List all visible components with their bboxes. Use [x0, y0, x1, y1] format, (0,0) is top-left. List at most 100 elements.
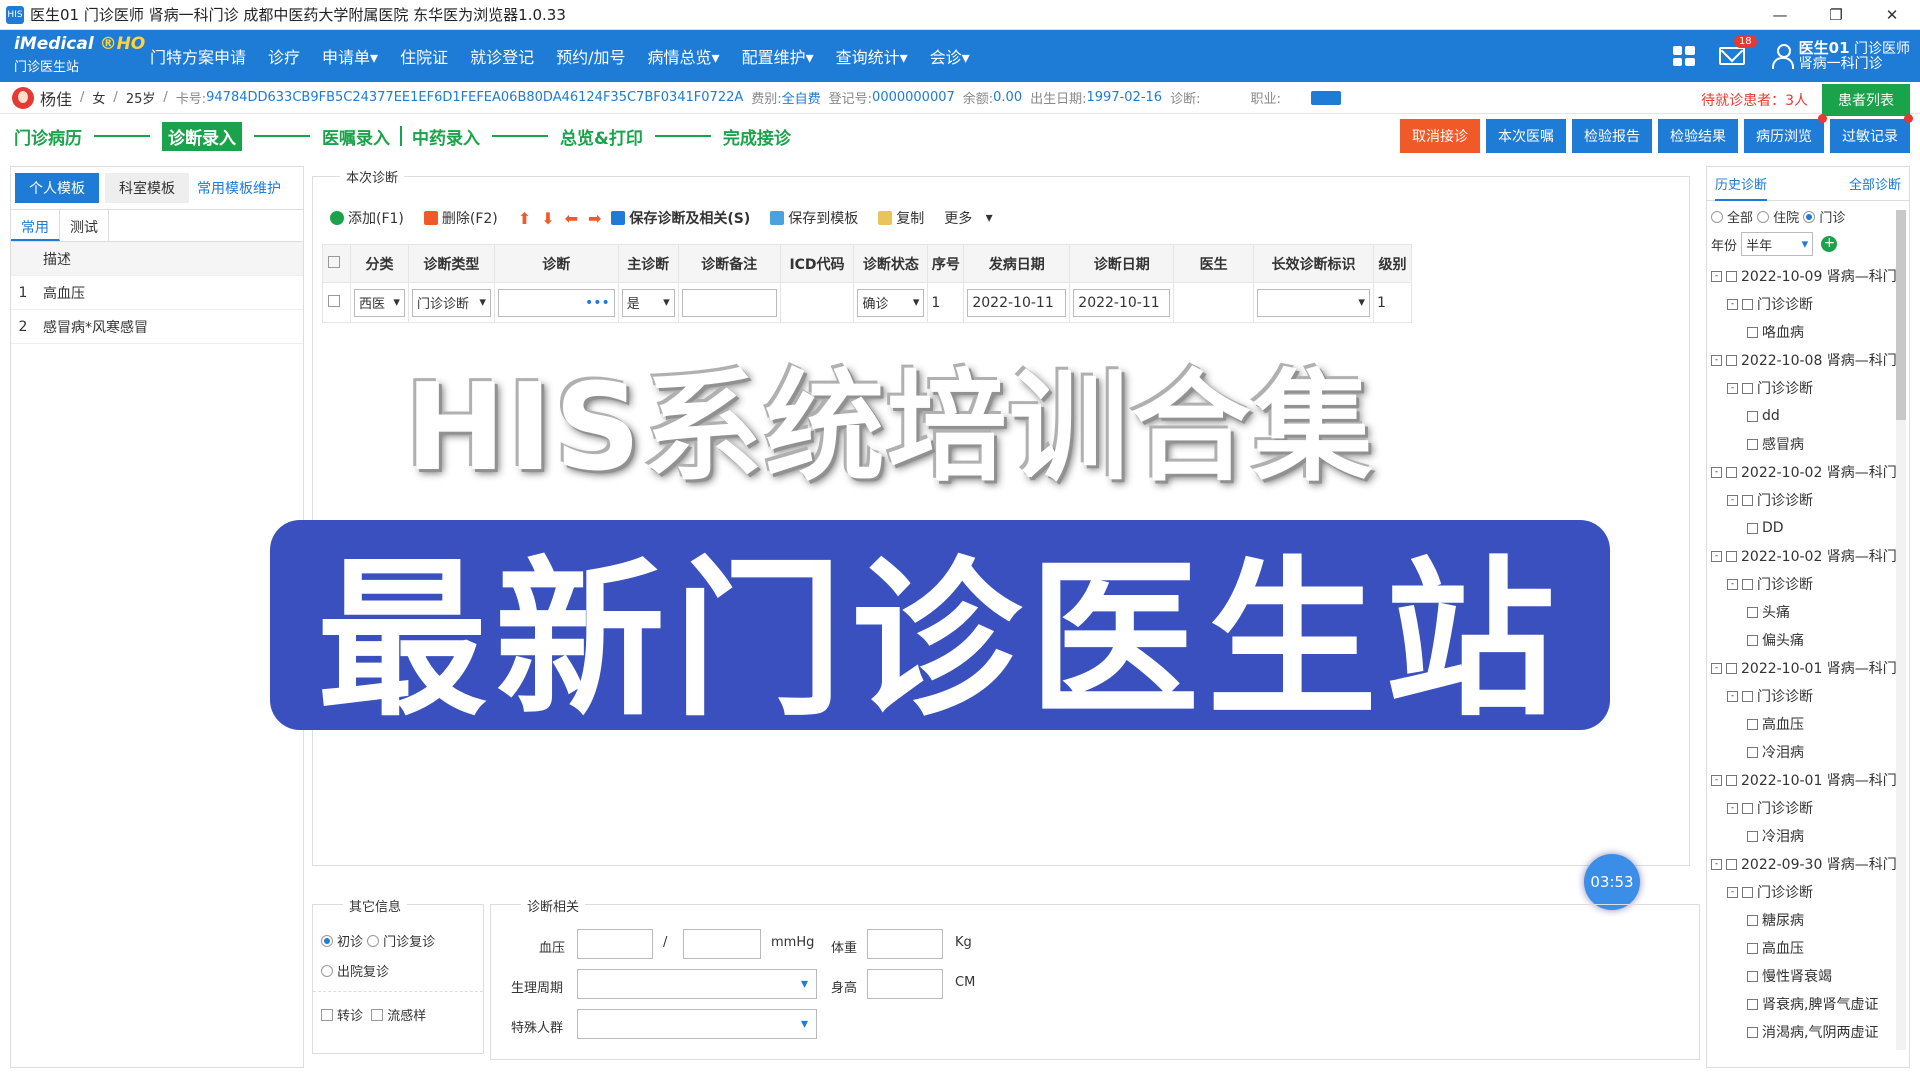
add-button[interactable]: 添加(F1) — [330, 208, 404, 228]
add-circle-icon[interactable]: + — [1821, 236, 1838, 252]
tree-category-node[interactable]: - 门诊诊断 — [1707, 290, 1909, 318]
menu-item[interactable]: 门特方案申请 — [150, 44, 246, 68]
bp-systolic-input[interactable] — [577, 929, 653, 959]
diag-type-select[interactable]: 门诊诊断 ▾ — [411, 288, 491, 317]
tree-diagnosis-node[interactable]: 冷泪病 — [1707, 822, 1909, 850]
move-up-icon[interactable]: ⬆ — [518, 209, 531, 228]
step-overview-print[interactable]: 总览&打印 — [560, 124, 643, 149]
diag-date-input[interactable]: 2022-10-11 — [1073, 288, 1171, 317]
tree-diagnosis-node[interactable]: 糖尿病 — [1707, 906, 1909, 934]
tree-diagnosis-node[interactable]: 头痛 — [1707, 598, 1909, 626]
tree-diagnosis-node[interactable]: 消渴病,气阴两虚证 — [1707, 1018, 1909, 1046]
menu-item[interactable]: 住院证 — [400, 44, 448, 68]
move-left-icon[interactable]: ⬅ — [565, 209, 578, 228]
tab-history-diagnosis[interactable]: 历史诊断 — [1715, 167, 1768, 201]
diag-note-input[interactable] — [681, 288, 777, 317]
step-herbal-entry[interactable]: 中药录入 — [412, 124, 480, 149]
discharge-revisit-radio[interactable] — [321, 964, 333, 977]
tree-visit-node[interactable]: -2022-09-30 肾病—科门 — [1707, 850, 1909, 878]
tree-visit-node[interactable]: -2022-10-08 肾病—科门 — [1707, 346, 1909, 374]
tree-category-node[interactable]: - 门诊诊断 — [1707, 878, 1909, 906]
lab-report-button[interactable]: 检验报告 — [1572, 119, 1652, 153]
weight-input[interactable] — [867, 929, 943, 959]
menu-item[interactable]: 配置维护▾ — [742, 44, 814, 68]
table-row[interactable]: 西医 ▾ 门诊诊断 ▾ ••• 是 ▾ 确诊 ▾ 1 2022-10-11 2022-1… — [322, 282, 1413, 323]
tree-diagnosis-node[interactable]: 冷泪病 — [1707, 738, 1909, 766]
special-group-select[interactable]: ▾ — [577, 1009, 817, 1039]
delete-button[interactable]: 删除(F2) — [423, 208, 498, 228]
height-input[interactable] — [867, 969, 943, 999]
menu-item[interactable]: 查询统计▾ — [836, 44, 908, 68]
tree-category-node[interactable]: - 门诊诊断 — [1707, 374, 1909, 402]
minimize-button[interactable]: — — [1752, 0, 1808, 30]
waiting-count[interactable]: 待就诊患者：3人 — [1701, 90, 1808, 110]
tree-diagnosis-node[interactable]: 感冒病 — [1707, 430, 1909, 458]
timer-bubble[interactable]: 03:53 — [1584, 854, 1640, 910]
mail-icon[interactable]: 18 — [1718, 35, 1757, 65]
allergy-record-button[interactable]: 过敏记录 — [1830, 114, 1913, 153]
table-row[interactable]: 1 高血压 — [11, 276, 303, 310]
tree-visit-node[interactable]: -2022-10-02 肾病—科门 — [1707, 542, 1909, 570]
tab-all-diagnosis[interactable]: 全部诊断 — [1849, 174, 1901, 193]
lab-result-button[interactable]: 检验结果 — [1658, 119, 1738, 153]
move-down-icon[interactable]: ⬇ — [541, 209, 554, 228]
step-diagnosis-entry[interactable]: 诊断录入 — [162, 121, 242, 151]
filter-all-radio[interactable] — [1711, 210, 1723, 223]
close-button[interactable]: ✕ — [1864, 0, 1920, 30]
year-select[interactable]: 半年 ▾ — [1741, 232, 1814, 256]
first-visit-radio[interactable] — [321, 934, 333, 947]
menu-item[interactable]: 就诊登记 — [470, 44, 534, 68]
record-browse-button[interactable]: 病历浏览 — [1744, 114, 1827, 153]
user-icon[interactable] — [1771, 44, 1794, 69]
template-maintain-link[interactable]: 常用模板维护 — [195, 173, 283, 203]
save-button[interactable]: 保存诊断及相关(S) — [611, 208, 750, 228]
diag-status-select[interactable]: 确诊 ▾ — [857, 288, 925, 317]
subtab-common[interactable]: 常用 — [11, 210, 60, 241]
row-checkbox[interactable] — [328, 294, 341, 307]
tab-personal-template[interactable]: 个人模板 — [15, 173, 99, 203]
tree-visit-node[interactable]: -2022-10-01 肾病—科门 — [1707, 654, 1909, 682]
longterm-select[interactable]: ▾ — [1257, 288, 1370, 317]
more-button[interactable]: 更多 ▾ — [944, 208, 992, 228]
tab-dept-template[interactable]: 科室模板 — [105, 173, 189, 203]
current-orders-button[interactable]: 本次医嘱 — [1486, 119, 1566, 153]
filter-inpatient-radio[interactable] — [1757, 210, 1770, 223]
tree-category-node[interactable]: - 门诊诊断 — [1707, 570, 1909, 598]
tree-diagnosis-node[interactable]: 高血压 — [1707, 934, 1909, 962]
transfer-checkbox[interactable] — [321, 1008, 333, 1021]
table-row[interactable]: 2 感冒病*风寒感冒 — [11, 310, 303, 344]
tree-visit-node[interactable]: -2022-10-02 肾病—科门 — [1707, 458, 1909, 486]
tree-diagnosis-node[interactable]: DD — [1707, 514, 1909, 542]
step-order-entry[interactable]: 医嘱录入 — [322, 124, 390, 149]
step-finish[interactable]: 完成接诊 — [723, 124, 791, 149]
menu-item[interactable]: 病情总览▾ — [648, 44, 720, 68]
main-diag-select[interactable]: 是 ▾ — [621, 288, 675, 317]
filter-outpatient-radio[interactable] — [1803, 210, 1816, 223]
tree-diagnosis-node[interactable]: 咯血病 — [1707, 318, 1909, 346]
menu-item[interactable]: 预约/加号 — [556, 44, 625, 68]
revisit-radio[interactable] — [367, 934, 380, 947]
save-template-button[interactable]: 保存到模板 — [770, 208, 858, 228]
subtab-test[interactable]: 测试 — [60, 210, 109, 241]
cancel-visit-button[interactable]: 取消接诊 — [1400, 119, 1480, 153]
category-select[interactable]: 西医 ▾ — [353, 288, 405, 317]
tree-visit-node[interactable]: -2022-10-01 肾病—科门 — [1707, 766, 1909, 794]
apps-grid-icon[interactable] — [1672, 46, 1695, 66]
bp-diastolic-input[interactable] — [683, 929, 761, 959]
select-all-checkbox[interactable] — [328, 255, 341, 268]
history-scrollbar[interactable] — [1896, 210, 1906, 1050]
user-info[interactable]: 医生01 门诊医师 肾病一科门诊 — [1799, 40, 1910, 72]
diagnosis-input[interactable]: ••• — [497, 288, 615, 317]
move-right-icon[interactable]: ➡ — [588, 209, 601, 228]
lookup-icon[interactable]: ••• — [585, 295, 610, 311]
maximize-button[interactable]: ❐ — [1808, 0, 1864, 30]
card-reader-icon[interactable] — [1310, 90, 1341, 105]
patient-list-button[interactable]: 患者列表 — [1822, 84, 1910, 116]
tree-diagnosis-node[interactable]: 偏头痛 — [1707, 626, 1909, 654]
tree-diagnosis-node[interactable]: dd — [1707, 402, 1909, 430]
onset-date-input[interactable]: 2022-10-11 — [967, 288, 1067, 317]
menu-item[interactable]: 申请单▾ — [322, 44, 378, 68]
tree-category-node[interactable]: - 门诊诊断 — [1707, 486, 1909, 514]
step-medical-record[interactable]: 门诊病历 — [14, 124, 82, 149]
menu-item[interactable]: 诊疗 — [268, 44, 300, 68]
